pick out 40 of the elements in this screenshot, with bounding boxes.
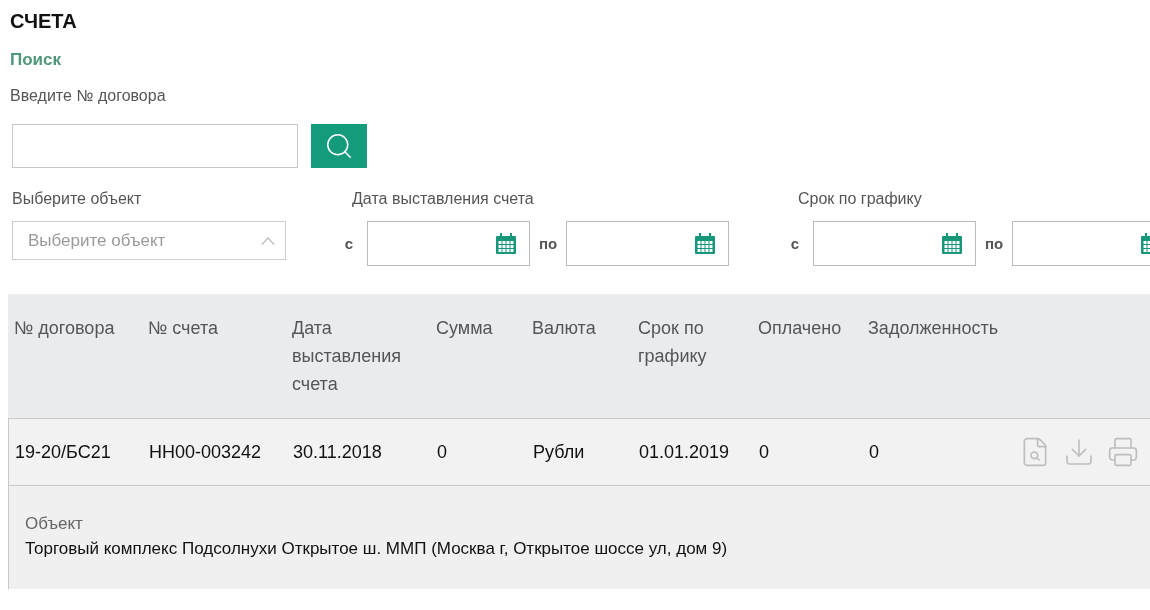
- to-label: по: [983, 235, 1005, 252]
- detail-label: Объект: [25, 514, 84, 534]
- column-header: Сумма: [436, 317, 493, 340]
- chevron-up-icon[interactable]: [261, 236, 275, 245]
- to-label: по: [537, 235, 559, 252]
- date-field[interactable]: [1012, 221, 1150, 266]
- column-header: № договора: [14, 317, 115, 340]
- field-label: Дата выставления счета: [352, 190, 535, 209]
- column-header: Срок по графику: [638, 317, 708, 368]
- page-title: СЧЕТА: [10, 10, 78, 34]
- object-select[interactable]: Выберите объект: [12, 221, 286, 260]
- field-label: Выберите объект: [12, 190, 143, 209]
- date-field[interactable]: [367, 221, 530, 266]
- calendar-icon[interactable]: [694, 232, 716, 255]
- table-cell-text: 19-20/БС21: [15, 441, 112, 463]
- column-header: Дата выставления счета: [292, 317, 402, 396]
- table-cell-text: 0: [759, 441, 770, 463]
- section-heading: Поиск: [10, 50, 63, 70]
- from-label: с: [343, 235, 355, 252]
- table-cell-text: 0: [869, 441, 880, 463]
- column-header: Оплачено: [758, 317, 842, 340]
- calendar-icon[interactable]: [495, 232, 517, 255]
- date-field[interactable]: [566, 221, 729, 266]
- table-cell-text: 30.11.2018: [293, 441, 383, 463]
- from-label: с: [789, 235, 801, 252]
- contract-number-field[interactable]: [12, 124, 298, 168]
- column-header: № счета: [148, 317, 218, 340]
- detail-value: Торговый комплекс Подсолнухи Открытое ш. ММП (Москва г, Открытое шоссе ул, дом 9): [25, 539, 729, 559]
- column-header: Валюта: [532, 317, 596, 340]
- table-cell-text: Рубли: [533, 441, 586, 463]
- table-cell-text: 0: [437, 441, 448, 463]
- field-label: Срок по графику: [798, 190, 923, 209]
- column-header: Задолженность: [868, 317, 999, 340]
- search-button[interactable]: [311, 124, 367, 168]
- table-cell-text: 01.01.2019: [639, 441, 731, 463]
- search-icon: [324, 131, 354, 161]
- field-label: Введите № договора: [10, 87, 167, 105]
- date-field[interactable]: [813, 221, 976, 266]
- table-cell-text: НН00-003242: [149, 441, 263, 463]
- calendar-icon[interactable]: [941, 232, 963, 255]
